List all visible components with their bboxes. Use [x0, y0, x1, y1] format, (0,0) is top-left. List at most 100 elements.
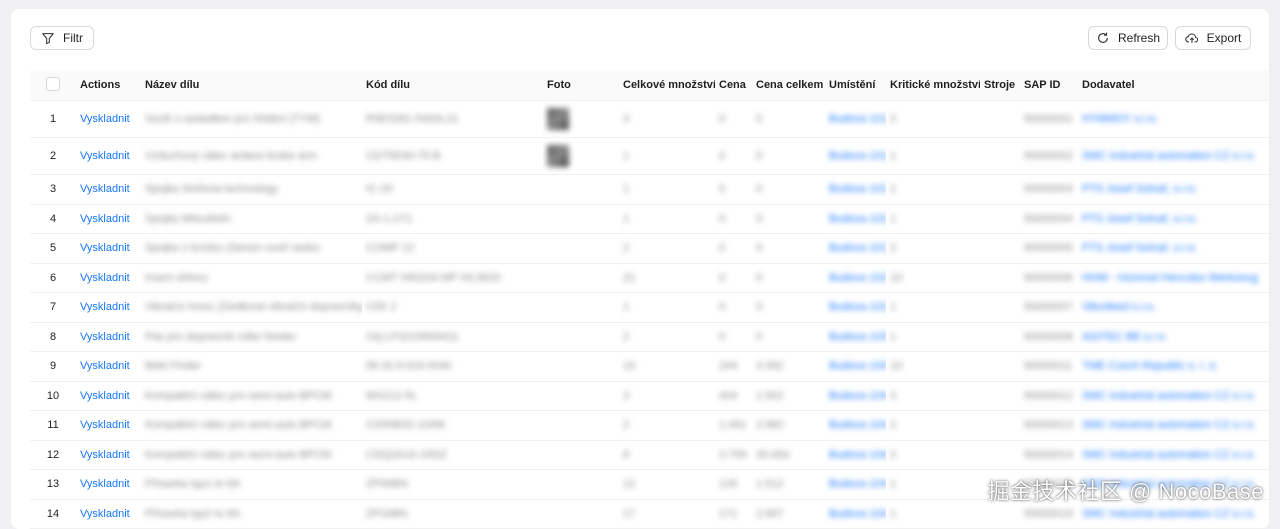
part-name-cell: Bekt Finder: [141, 351, 362, 382]
location-link[interactable]: Budova 103: [829, 331, 886, 343]
table-row[interactable]: 6 Vyskladnit Insert uhlovu CCMT 09020A MP H…: [30, 263, 1269, 293]
table-row[interactable]: 10 Vyskladnit Kompaktní válec pro semi-aut…: [30, 381, 1269, 411]
column-header[interactable]: Dodavatel: [1078, 70, 1269, 101]
supplier-link[interactable]: PTS Josef Solnař, s.r.o.: [1082, 242, 1198, 254]
unload-action-link[interactable]: Vyskladnit: [76, 233, 141, 264]
location-link[interactable]: Budova 104: [829, 390, 886, 402]
table-row[interactable]: 2 Vyskladnit Vzduchový válec ardace brake …: [30, 137, 1269, 175]
data-table: Actions Název dílu Kód dílu Foto Celkové…: [30, 70, 1269, 529]
price-cell: 0: [715, 100, 752, 138]
location-link[interactable]: Budova 104: [829, 478, 886, 490]
export-button[interactable]: Export: [1175, 26, 1251, 50]
unload-action-link[interactable]: Vyskladnit: [76, 499, 141, 529]
price-cell: 0: [715, 174, 752, 205]
supplier-link[interactable]: PTS Josef Solnař, s.r.o.: [1082, 183, 1198, 195]
photo-cell: [543, 410, 619, 441]
supplier-link[interactable]: AGITEC BE s.r.o.: [1082, 331, 1168, 343]
location-link[interactable]: Budova 101: [829, 183, 886, 195]
part-name: Přísavka typ1 to 8A: [145, 478, 241, 491]
filter-button[interactable]: Filtr: [30, 26, 94, 50]
column-header[interactable]: Cena celkem: [752, 70, 825, 101]
location-link[interactable]: Budova 102: [829, 272, 886, 284]
select-all-checkbox[interactable]: [46, 76, 60, 91]
supplier-link[interactable]: SMC Industrial automation CZ s.r.o.: [1082, 150, 1256, 162]
column-header[interactable]: Actions: [76, 70, 141, 101]
price-cell: 0: [715, 263, 752, 293]
table-row[interactable]: 5 Vyskladnit Spojka s brzdou (Nexen ocelí …: [30, 233, 1269, 264]
filter-icon: [42, 33, 54, 45]
part-code-cell: R5E2061-5400L21: [362, 100, 543, 138]
supplier-cell: AGITEC BE s.r.o.: [1078, 322, 1269, 352]
unload-action-link[interactable]: Vyskladnit: [76, 292, 141, 323]
unload-action-link[interactable]: Vyskladnit: [76, 410, 141, 441]
unload-action-link[interactable]: Vyskladnit: [76, 174, 141, 205]
supplier-link[interactable]: TME Czech Republic s. r. o.: [1082, 360, 1218, 372]
location-link[interactable]: Budova 104: [829, 508, 886, 520]
location-link[interactable]: Budova 104: [829, 449, 886, 461]
machines-cell: [980, 137, 1020, 175]
critical-quantity-cell: 1: [886, 174, 980, 205]
location-link[interactable]: Budova 101: [829, 242, 886, 254]
table-row[interactable]: 4 Vyskladnit Spojka Mitsubishi ZA-1.2Y1 1 0 0 B…: [30, 204, 1269, 234]
column-header[interactable]: Foto: [543, 70, 619, 101]
unload-action-link[interactable]: Vyskladnit: [76, 351, 141, 382]
machines-cell: [980, 233, 1020, 264]
total-quantity: 3: [623, 389, 630, 402]
critical-quantity: 10: [890, 271, 903, 284]
total-price: 1.512: [756, 478, 784, 491]
unload-action-link[interactable]: Vyskladnit: [76, 381, 141, 411]
supplier-link[interactable]: HHW - Hommel Hercules Werkzeug: [1082, 272, 1258, 284]
column-header[interactable]: Název dílu: [141, 70, 362, 101]
column-header[interactable]: Cena: [715, 70, 752, 101]
column-header[interactable]: Kritické množství: [886, 70, 980, 101]
sap-id: 90000006: [1024, 271, 1073, 284]
table-row[interactable]: 9 Vyskladnit Bekt Finder 56.32.9.024.0040 19…: [30, 351, 1269, 382]
part-name-cell: Spojka Mitsubishi: [141, 204, 362, 234]
supplier-link[interactable]: PTS Josef Solnař, s.r.o.: [1082, 213, 1198, 225]
price-cell: 244: [715, 351, 752, 382]
table-row[interactable]: 12 Vyskladnit Kompaktní válec pro semi-aut…: [30, 440, 1269, 470]
column-header[interactable]: Kód dílu: [362, 70, 543, 101]
unload-action-link[interactable]: Vyskladnit: [76, 322, 141, 352]
machines-cell: [980, 351, 1020, 382]
price: 244: [719, 360, 738, 373]
column-header[interactable]: Umístění: [825, 70, 886, 101]
table-row[interactable]: 1 Vyskladnit Vozík s sedadlem pro hlídání …: [30, 100, 1269, 138]
table-row[interactable]: 8 Vyskladnit Pás pro dopravník roller feed…: [30, 322, 1269, 352]
column-header[interactable]: Stroje: [980, 70, 1020, 101]
column-header[interactable]: SAP ID: [1020, 70, 1078, 101]
sap-id-cell: 90000014: [1020, 440, 1078, 470]
supplier-link[interactable]: SMC Industrial automation CZ s.r.o.: [1082, 449, 1256, 461]
location-link[interactable]: Budova 101: [829, 150, 886, 162]
unload-action-link[interactable]: Vyskladnit: [76, 100, 141, 138]
supplier-link[interactable]: SMC Industrial automation CZ s.r.o.: [1082, 508, 1256, 520]
total-quantity-cell: 17: [619, 499, 715, 529]
sap-id: 90000013: [1024, 419, 1073, 432]
total-quantity: 8: [623, 448, 630, 461]
supplier-link[interactable]: Vibrofeed s.r.o.: [1082, 301, 1156, 313]
location-link[interactable]: Budova 104: [829, 419, 886, 431]
supplier-link[interactable]: HYMMOY s.r.o.: [1082, 113, 1158, 125]
part-name-cell: Vozík s sedadlem pro hlídání (TYM): [141, 100, 362, 138]
table-row[interactable]: 3 Vyskladnit Spojka Sinfonia technology IC-…: [30, 174, 1269, 205]
refresh-button[interactable]: Refresh: [1088, 26, 1168, 50]
location-link[interactable]: Budova 104: [829, 360, 886, 372]
location-link[interactable]: Budova 101: [829, 113, 886, 125]
part-photo-thumbnail[interactable]: [547, 108, 569, 130]
supplier-link[interactable]: SMC Industrial automation CZ s.r.o.: [1082, 390, 1256, 402]
unload-action-link[interactable]: Vyskladnit: [76, 204, 141, 234]
supplier-link[interactable]: SMC Industrial automation CZ s.r.o.: [1082, 419, 1256, 431]
unload-action-link[interactable]: Vyskladnit: [76, 137, 141, 175]
unload-action-link[interactable]: Vyskladnit: [76, 263, 141, 293]
table-row[interactable]: 11 Vyskladnit Kompaktní válec pro semi-aut…: [30, 410, 1269, 441]
total-price: 1.502: [756, 389, 784, 402]
total-quantity-cell: 2: [619, 233, 715, 264]
part-photo-thumbnail[interactable]: [547, 145, 569, 167]
select-all-cell: [30, 70, 76, 101]
unload-action-link[interactable]: Vyskladnit: [76, 440, 141, 470]
column-header[interactable]: Celkové množství: [619, 70, 715, 101]
unload-action-link[interactable]: Vyskladnit: [76, 469, 141, 500]
location-link[interactable]: Budova 102: [829, 301, 886, 313]
table-row[interactable]: 7 Vyskladnit Vibrační hmoc (Dedkové vibrač…: [30, 292, 1269, 323]
location-link[interactable]: Budova 102: [829, 213, 886, 225]
